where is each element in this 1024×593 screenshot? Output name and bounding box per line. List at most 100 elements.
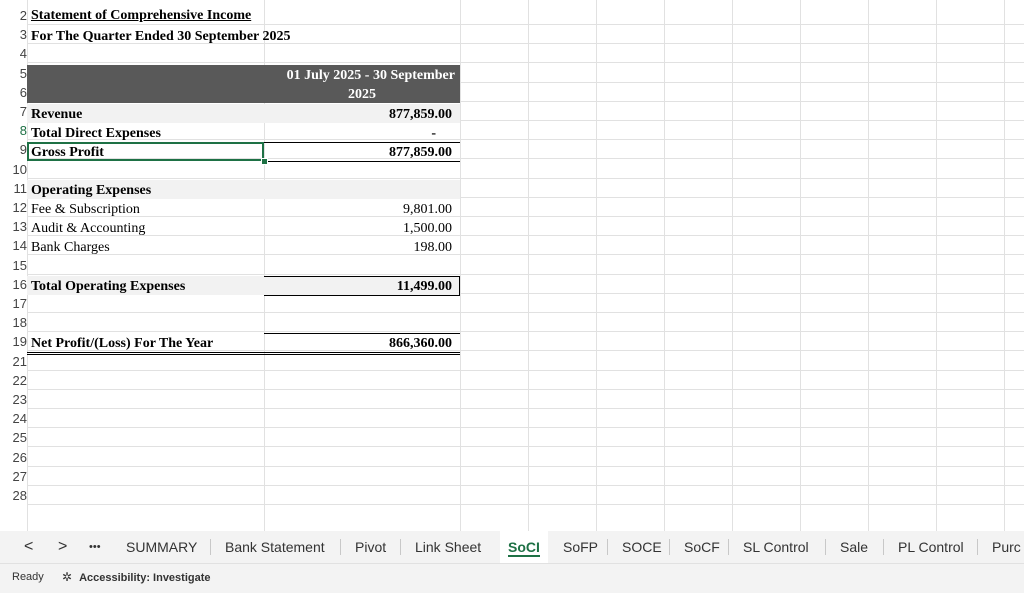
sheet-tab-pl-control[interactable]: PL Control xyxy=(898,531,964,563)
row-line xyxy=(27,466,1024,467)
row-header-17[interactable]: 17 xyxy=(0,294,27,313)
active-cell-selection[interactable] xyxy=(27,142,264,161)
row-line xyxy=(27,274,1024,275)
header-fill-left xyxy=(27,65,264,103)
row-header-13[interactable]: 13 xyxy=(0,217,27,236)
tab-separator xyxy=(607,539,608,555)
row-line xyxy=(27,139,1024,140)
sheet-tab-label: Link Sheet xyxy=(415,539,482,555)
sheet-tab-label: Purc xyxy=(992,539,1021,555)
tab-separator xyxy=(210,539,211,555)
net-double-border-2 xyxy=(27,354,460,355)
row-line xyxy=(27,370,1024,371)
prev-sheet-button[interactable]: < xyxy=(24,531,33,563)
sheet-tab-bar: < > ••• SUMMARY Bank Statement Pivot Link S… xyxy=(0,531,1024,563)
sheet-tab-label: PL Control xyxy=(898,539,964,555)
row-header-27[interactable]: 27 xyxy=(0,467,27,486)
tab-separator xyxy=(728,539,729,555)
sheet-tab-label: SoCI xyxy=(508,539,540,555)
fee-subscription-label[interactable]: Fee & Subscription xyxy=(31,200,140,219)
row-header-4[interactable]: 4 xyxy=(0,44,27,63)
row-header-10[interactable]: 10 xyxy=(0,160,27,179)
revenue-value[interactable]: 877,859.00 xyxy=(264,105,452,124)
row-header-14[interactable]: 14 xyxy=(0,236,27,255)
total-opex-label[interactable]: Total Operating Expenses xyxy=(31,277,185,296)
tab-separator xyxy=(977,539,978,555)
row-line xyxy=(27,331,1024,332)
row-header-16[interactable]: 16 xyxy=(0,275,27,294)
sheet-tab-bank-statement[interactable]: Bank Statement xyxy=(225,531,325,563)
row-header-2[interactable]: 2 xyxy=(0,6,27,25)
col-line xyxy=(868,0,869,531)
net-profit-value[interactable]: 866,360.00 xyxy=(264,334,452,353)
sheet-tab-sl-control[interactable]: SL Control xyxy=(743,531,809,563)
row-line xyxy=(27,178,1024,179)
direct-expenses-value[interactable]: - xyxy=(264,124,436,143)
tab-separator xyxy=(340,539,341,555)
row-header-19[interactable]: 19 xyxy=(0,332,27,351)
sheet-tab-purc[interactable]: Purc xyxy=(992,531,1021,563)
more-sheets-button[interactable]: ••• xyxy=(89,531,101,563)
sheet-tab-sofp[interactable]: SoFP xyxy=(563,531,598,563)
total-opex-bottom-border xyxy=(264,295,460,296)
row-header-25[interactable]: 25 xyxy=(0,428,27,447)
revenue-label[interactable]: Revenue xyxy=(31,105,82,124)
net-double-border-1 xyxy=(27,352,460,353)
period-column-header[interactable]: 01 July 2025 - 30 September 2025 xyxy=(264,65,460,103)
direct-expenses-label[interactable]: Total Direct Expenses xyxy=(31,124,161,143)
ready-status: Ready xyxy=(12,571,44,583)
total-opex-right-border xyxy=(459,276,460,296)
sheet-tab-label: SoCF xyxy=(684,539,720,555)
row-header-23[interactable]: 23 xyxy=(0,390,27,409)
row-header-9[interactable]: 9 xyxy=(0,140,27,159)
row-header-8[interactable]: 8 xyxy=(0,121,27,140)
gross-profit-value[interactable]: 877,859.00 xyxy=(264,143,452,162)
row-header-7[interactable]: 7 xyxy=(0,102,27,121)
row-line xyxy=(27,446,1024,447)
sheet-tab-soce[interactable]: SOCE xyxy=(622,531,662,563)
row-header-11[interactable]: 11 xyxy=(0,179,28,198)
row-header-6[interactable]: 6 xyxy=(0,83,27,102)
row-header-5[interactable]: 5 xyxy=(0,64,27,83)
col-line xyxy=(596,0,597,531)
statement-subtitle[interactable]: For The Quarter Ended 30 September 2025 xyxy=(31,27,291,46)
total-opex-value[interactable]: 11,499.00 xyxy=(264,277,452,296)
row-header-15[interactable]: 15 xyxy=(0,256,27,275)
row-header-12[interactable]: 12 xyxy=(0,198,27,217)
row-header-22[interactable]: 22 xyxy=(0,371,27,390)
opex-header[interactable]: Operating Expenses xyxy=(31,181,151,200)
sheet-tab-label: Pivot xyxy=(355,539,387,555)
fee-subscription-value[interactable]: 9,801.00 xyxy=(264,200,452,219)
sheet-tab-label: SUMMARY xyxy=(126,539,198,555)
col-line xyxy=(936,0,937,531)
col-line xyxy=(800,0,801,531)
row-header-28[interactable]: 28 xyxy=(0,486,27,505)
worksheet-grid[interactable]: 01 July 2025 - 30 September 2025 2345678… xyxy=(0,0,1024,531)
gross-profit-top-border xyxy=(264,142,460,143)
sheet-tab-pivot[interactable]: Pivot xyxy=(355,531,386,563)
next-sheet-button[interactable]: > xyxy=(58,531,67,563)
bank-charges-value[interactable]: 198.00 xyxy=(264,238,453,257)
active-tab-underline xyxy=(508,555,540,557)
row-header-24[interactable]: 24 xyxy=(0,409,27,428)
sheet-tab-soci[interactable]: SoCI xyxy=(500,531,548,563)
accessibility-status[interactable]: ✲ Accessibility: Investigate xyxy=(62,564,211,591)
bank-charges-label[interactable]: Bank Charges xyxy=(31,238,110,257)
row-header-18[interactable]: 18 xyxy=(0,313,27,332)
audit-accounting-value[interactable]: 1,500.00 xyxy=(264,219,452,238)
row-header-3[interactable]: 3 xyxy=(0,25,27,44)
row-header-26[interactable]: 26 xyxy=(0,448,27,467)
sheet-tab-socf[interactable]: SoCF xyxy=(684,531,720,563)
tab-separator xyxy=(669,539,670,555)
row-line xyxy=(27,62,1024,63)
fill-handle[interactable] xyxy=(261,158,268,165)
total-opex-top-border xyxy=(264,276,460,277)
col-line xyxy=(460,0,461,531)
net-profit-label[interactable]: Net Profit/(Loss) For The Year xyxy=(31,334,213,353)
audit-accounting-label[interactable]: Audit & Accounting xyxy=(31,219,145,238)
sheet-tab-sale[interactable]: Sale xyxy=(840,531,868,563)
sheet-tab-link-sheet[interactable]: Link Sheet xyxy=(415,531,481,563)
row-header-21[interactable]: 21 xyxy=(0,352,27,371)
statement-title[interactable]: Statement of Comprehensive Income xyxy=(31,6,251,25)
sheet-tab-summary[interactable]: SUMMARY xyxy=(126,531,197,563)
